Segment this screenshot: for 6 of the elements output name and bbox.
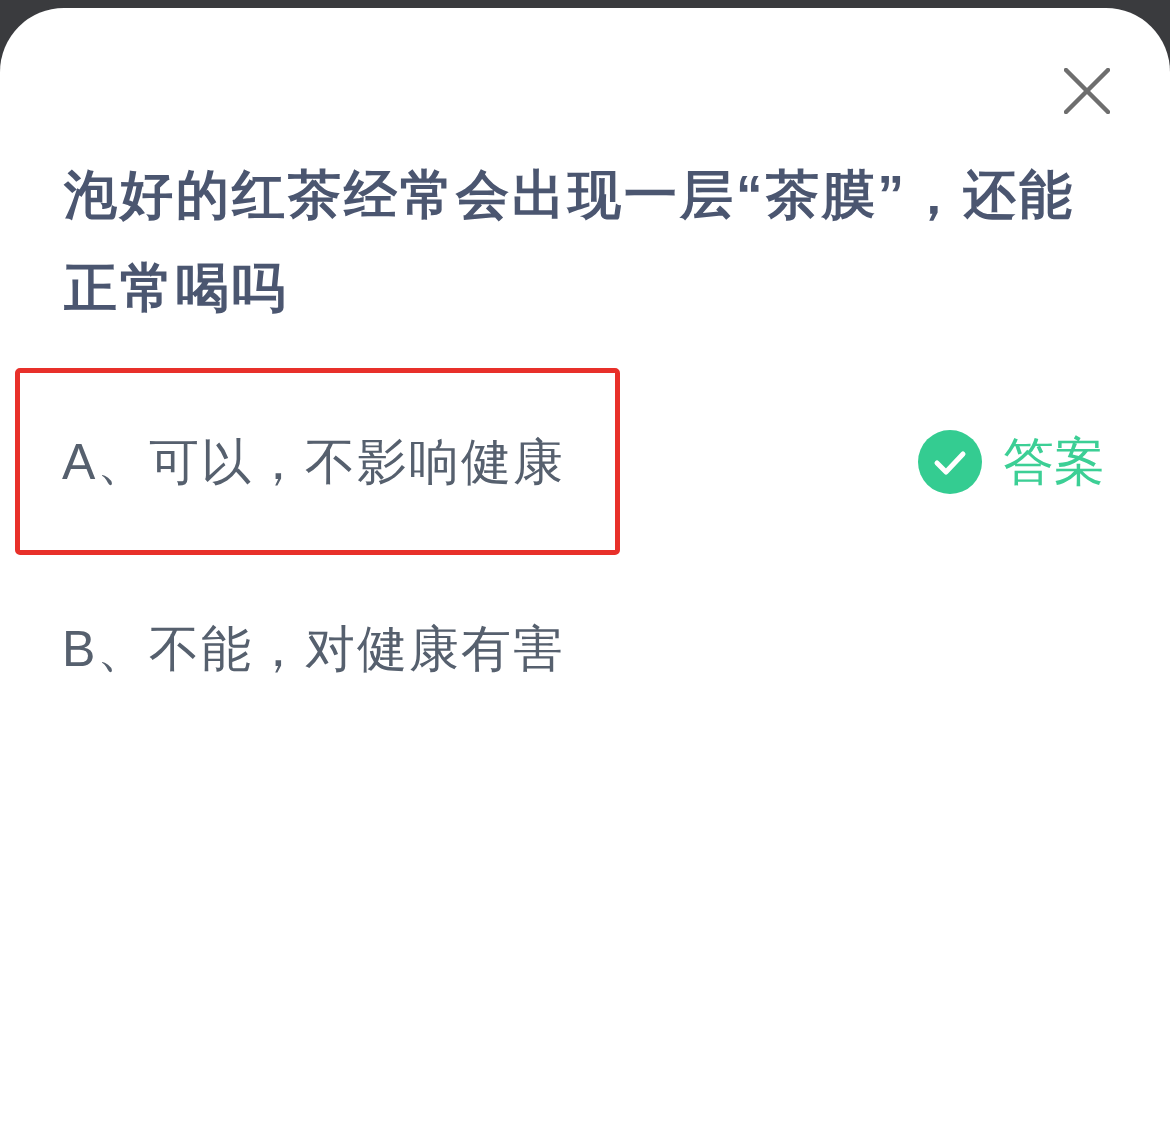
question-title: 泡好的红茶经常会出现一层“茶膜”，还能正常喝吗 xyxy=(64,164,1076,319)
close-icon xyxy=(1064,68,1110,114)
option-text[interactable]: A、可以，不影响健康 xyxy=(62,431,566,492)
option-text[interactable]: B、不能，对健康有害 xyxy=(62,618,566,679)
answer-tag: 答案 xyxy=(1003,431,1105,492)
close-button[interactable] xyxy=(1064,68,1110,114)
